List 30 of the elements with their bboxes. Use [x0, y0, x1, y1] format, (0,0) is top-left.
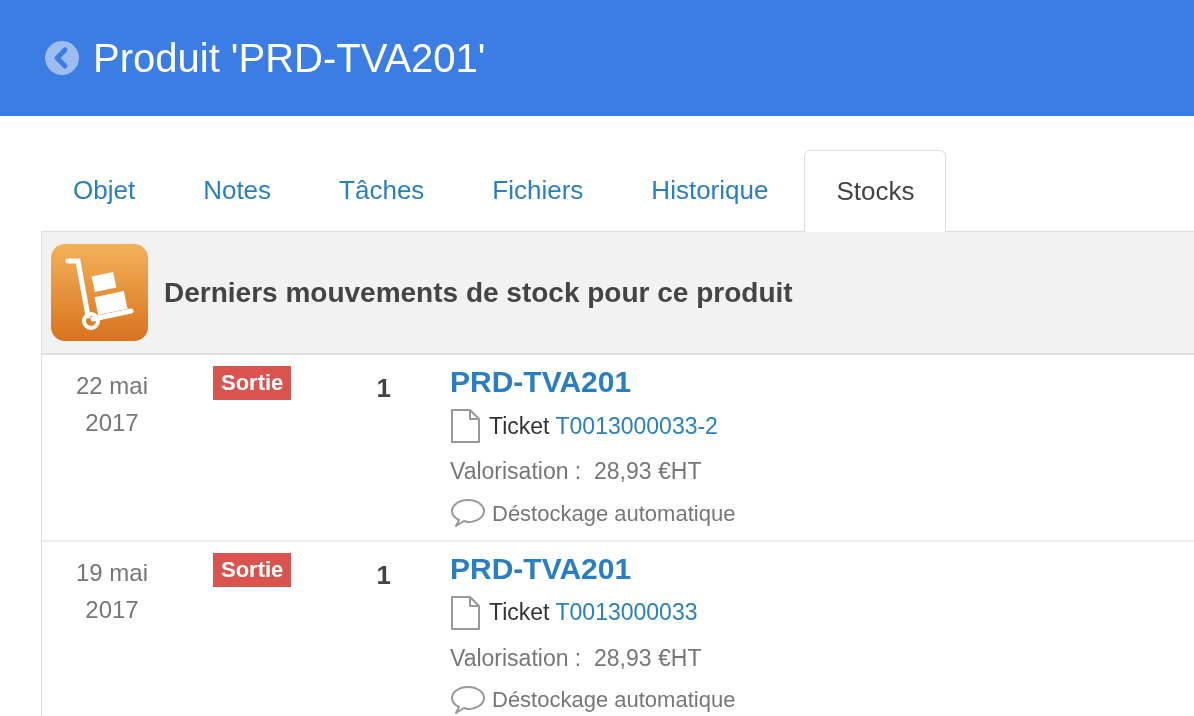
tab[interactable]: Historique	[619, 149, 801, 231]
quantity-text: 1	[376, 559, 391, 590]
comment-text: Déstockage automatique	[492, 686, 736, 714]
page-title: Produit 'PRD-TVA201'	[93, 38, 486, 78]
document-icon	[450, 408, 481, 444]
hand-truck-icon	[51, 244, 148, 341]
valuation-text: Valorisation : 28,93 €HT	[450, 457, 703, 486]
type-badge: Sortie	[213, 366, 292, 400]
date-text: 19 mai 2017	[74, 557, 149, 625]
tab[interactable]: Tâches	[307, 149, 457, 231]
tab[interactable]: Notes	[171, 149, 304, 231]
document-icon	[450, 594, 481, 631]
back-icon[interactable]	[45, 41, 79, 75]
speech-bubble-icon	[450, 684, 486, 715]
section-title: Derniers mouvements de stock pour ce produit	[164, 275, 793, 310]
speech-bubble-icon	[450, 498, 486, 528]
date-text: 22 mai 2017	[74, 371, 149, 438]
product-link[interactable]: PRD-TVA201	[450, 364, 736, 400]
tab[interactable]: Fichiers	[460, 149, 616, 231]
document-label: Ticket	[489, 598, 550, 628]
quantity-text: 1	[376, 373, 391, 403]
ticket-link[interactable]: T0013000033-2	[555, 408, 718, 444]
ticket-link[interactable]: T0013000033	[555, 595, 698, 630]
valuation-text: Valorisation : 28,93 €HT	[450, 643, 703, 673]
comment-text: Déstockage automatique	[492, 499, 736, 528]
document-label: Ticket	[489, 411, 550, 441]
type-badge: Sortie	[213, 552, 292, 587]
product-link[interactable]: PRD-TVA201	[450, 550, 736, 587]
tab[interactable]: Objet	[41, 149, 168, 231]
tab[interactable]: Stocks	[804, 150, 947, 232]
